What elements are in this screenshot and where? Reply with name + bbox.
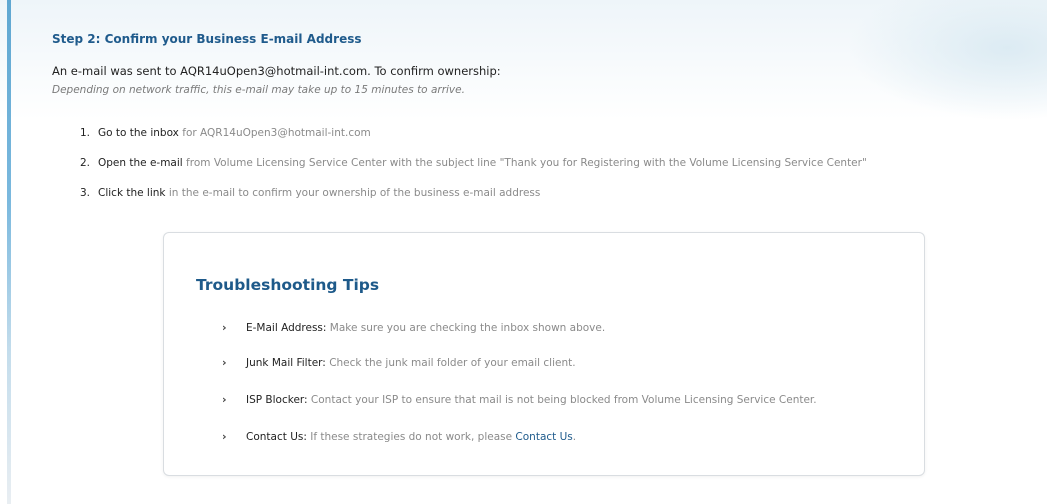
instruction-item: 2. Open the e-mail from Volume Licensing …: [80, 148, 867, 178]
intro-text: An e-mail was sent to AQR14uOpen3@hotmai…: [52, 64, 501, 78]
instruction-lead: Click the link: [98, 187, 166, 199]
step-title: Step 2: Confirm your Business E-mail Add…: [52, 32, 362, 46]
chevron-right-icon: ›: [222, 393, 227, 406]
tip-label: Junk Mail Filter:: [246, 357, 326, 369]
left-accent-bar: [7, 0, 11, 504]
tip-text: If these strategies do not work, please: [306, 431, 516, 443]
tip-email-address: › E-Mail Address: Make sure you are check…: [222, 321, 605, 334]
instruction-text: for AQR14uOpen3@hotmail-int.com: [178, 127, 371, 139]
tip-text: Contact your ISP to ensure that mail is …: [307, 394, 817, 406]
instruction-list: 1. Go to the inbox for AQR14uOpen3@hotmai…: [80, 118, 867, 208]
tip-junk-mail-filter: › Junk Mail Filter: Check the junk mail f…: [222, 356, 576, 369]
contact-us-link[interactable]: Contact Us: [515, 431, 572, 443]
decorative-glow: [847, 0, 1047, 120]
tip-label: Contact Us:: [246, 431, 307, 443]
instruction-item: 3. Click the link in the e-mail to confir…: [80, 178, 867, 208]
tip-text: Check the junk mail folder of your email…: [325, 357, 576, 369]
instruction-number: 2.: [80, 157, 91, 169]
instruction-item: 1. Go to the inbox for AQR14uOpen3@hotmai…: [80, 118, 867, 148]
instruction-text: from Volume Licensing Service Center wit…: [182, 157, 867, 169]
troubleshooting-title: Troubleshooting Tips: [196, 276, 380, 294]
troubleshooting-card: Troubleshooting Tips › E-Mail Address: Ma…: [163, 232, 925, 476]
instruction-lead: Open the e-mail: [98, 157, 183, 169]
instruction-number: 1.: [80, 127, 91, 139]
delivery-note: Depending on network traffic, this e-mai…: [52, 84, 465, 96]
tip-text-end: .: [572, 431, 577, 443]
tip-label: E-Mail Address:: [246, 322, 327, 334]
tip-contact-us: › Contact Us: If these strategies do not …: [222, 430, 576, 443]
tip-label: ISP Blocker:: [246, 394, 308, 406]
instruction-number: 3.: [80, 187, 91, 199]
tip-text: Make sure you are checking the inbox sho…: [326, 322, 606, 334]
instruction-text: in the e-mail to confirm your ownership …: [165, 187, 541, 199]
instruction-lead: Go to the inbox: [98, 127, 179, 139]
chevron-right-icon: ›: [222, 430, 227, 443]
tip-isp-blocker: › ISP Blocker: Contact your ISP to ensure…: [222, 393, 817, 406]
chevron-right-icon: ›: [222, 321, 227, 334]
page-background: Step 2: Confirm your Business E-mail Add…: [0, 0, 1047, 504]
chevron-right-icon: ›: [222, 356, 227, 369]
